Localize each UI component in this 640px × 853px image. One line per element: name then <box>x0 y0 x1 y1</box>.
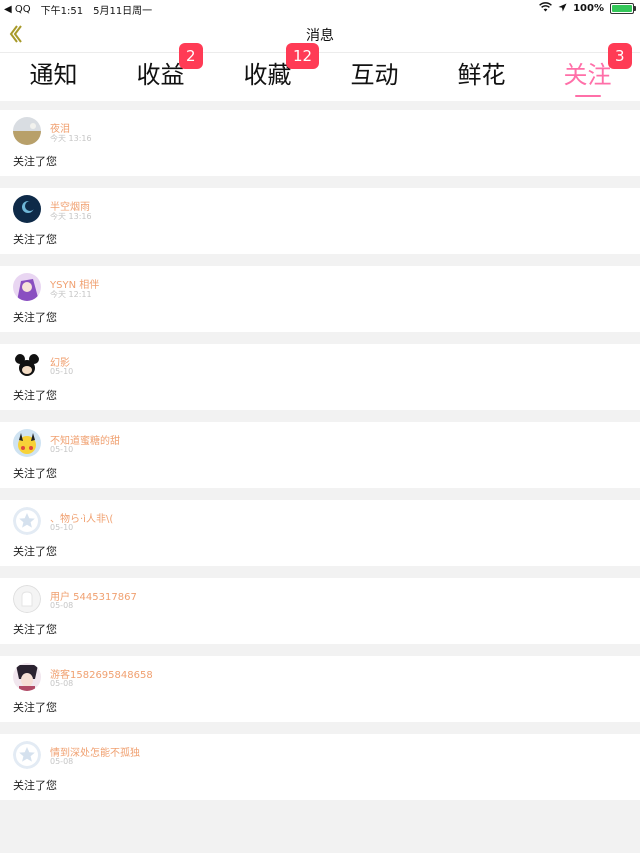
timestamp: 今天 13:16 <box>50 134 92 143</box>
status-date: 5月11日周一 <box>93 6 153 17</box>
notification-message: 关注了您 <box>13 701 57 714</box>
timestamp: 05-10 <box>50 445 74 454</box>
tab-label: 收益 <box>136 61 185 89</box>
list-item[interactable]: 、物ら·ì人非\( 05-10 关注了您 <box>0 500 640 566</box>
notification-message: 关注了您 <box>13 623 57 636</box>
avatar[interactable] <box>13 663 41 691</box>
list-item[interactable]: 不知道蜜糖的甜 05-10 关注了您 <box>0 422 640 488</box>
avatar[interactable] <box>13 117 41 145</box>
page-title: 消息 <box>306 28 334 44</box>
notification-message: 关注了您 <box>13 389 57 402</box>
battery-icon <box>610 3 636 14</box>
tab-earnings[interactable]: 收益 2 <box>107 43 214 101</box>
timestamp: 今天 13:16 <box>50 212 92 221</box>
list-item[interactable]: 情到深处怎能不孤独 05-08 关注了您 <box>0 734 640 800</box>
tab-label: 通知 <box>29 61 78 89</box>
list-item[interactable]: 夜泪 今天 13:16 关注了您 <box>0 110 640 176</box>
list-item[interactable]: 游客1582695848658 05-08 关注了您 <box>0 656 640 722</box>
avatar[interactable] <box>13 741 41 769</box>
wifi-icon <box>539 2 552 15</box>
nav-bar: 消息 <box>0 16 640 53</box>
back-to-app-link[interactable]: ◀ QQ <box>4 4 31 15</box>
avatar[interactable] <box>13 351 41 379</box>
list-item[interactable]: YSYN 相伴 今天 12:11 关注了您 <box>0 266 640 332</box>
tab-flowers[interactable]: 鲜花 <box>428 53 535 101</box>
avatar[interactable] <box>13 507 41 535</box>
list-item[interactable]: 半空烟雨 今天 13:16 关注了您 <box>0 188 640 254</box>
status-time: 下午1:51 <box>40 6 84 17</box>
notification-message: 关注了您 <box>13 779 57 792</box>
timestamp: 今天 12:11 <box>50 290 92 299</box>
notification-message: 关注了您 <box>13 467 57 480</box>
default-user-avatar-icon <box>13 585 41 613</box>
avatar[interactable] <box>13 195 41 223</box>
notification-message: 关注了您 <box>13 155 57 168</box>
battery-percent: 100% <box>573 3 604 14</box>
tab-label: 鲜花 <box>457 61 506 89</box>
notification-message: 关注了您 <box>13 311 57 324</box>
avatar[interactable] <box>13 429 41 457</box>
timestamp: 05-08 <box>50 757 74 766</box>
avatar[interactable] <box>13 585 41 613</box>
timestamp: 05-08 <box>50 601 74 610</box>
list-item[interactable]: 用户 5445317867 05-08 关注了您 <box>0 578 640 644</box>
notification-message: 关注了您 <box>13 233 57 246</box>
timestamp: 05-08 <box>50 679 74 688</box>
location-icon <box>558 3 567 15</box>
unread-badge: 2 <box>179 43 203 69</box>
unread-badge: 3 <box>608 43 632 69</box>
tab-interaction[interactable]: 互动 <box>321 53 428 101</box>
tab-notice[interactable]: 通知 <box>0 53 107 101</box>
tab-label: 收藏 <box>243 61 292 89</box>
tab-bar: 通知 收益 2 收藏 12 互动 鲜花 关注 3 <box>0 43 640 101</box>
default-star-avatar-icon <box>13 741 41 769</box>
tab-label: 互动 <box>350 61 399 89</box>
active-tab-indicator <box>575 95 601 97</box>
tab-label: 关注 <box>563 61 612 89</box>
unread-badge: 12 <box>286 43 320 69</box>
avatar[interactable] <box>13 273 41 301</box>
timestamp: 05-10 <box>50 523 74 532</box>
list-item[interactable]: 幻影 05-10 关注了您 <box>0 344 640 410</box>
tab-favorites[interactable]: 收藏 12 <box>214 43 321 101</box>
tab-follows[interactable]: 关注 3 <box>534 43 640 101</box>
notification-message: 关注了您 <box>13 545 57 558</box>
status-bar: ◀ QQ 下午1:51 5月11日周一 100% <box>0 0 640 17</box>
timestamp: 05-10 <box>50 367 74 376</box>
default-star-avatar-icon <box>13 507 41 535</box>
